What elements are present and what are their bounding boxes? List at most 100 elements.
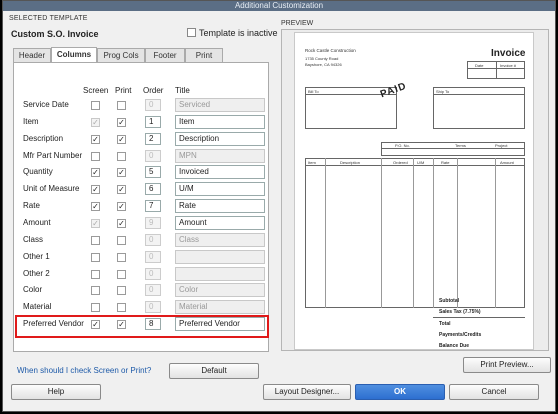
print-checkbox-other-2[interactable] [117,270,126,279]
order-field-mfr-part-number[interactable]: 0 [145,150,161,162]
preview-label: PREVIEW [281,20,314,27]
print-checkbox-rate[interactable]: ✓ [117,202,126,211]
row-label-description: Description [23,134,64,143]
screen-checkbox-rate[interactable]: ✓ [91,202,100,211]
print-checkbox-mfr-part-number[interactable] [117,152,126,161]
screen-checkbox-mfr-part-number[interactable] [91,152,100,161]
cancel-button[interactable]: Cancel [449,384,539,400]
preview-company: Rock Castle Construction [305,48,356,53]
order-field-amount[interactable]: 9 [145,217,161,229]
print-checkbox-service-date[interactable] [117,101,126,110]
order-field-other-2[interactable]: 0 [145,268,161,280]
preview-col-uom: U/M [417,160,425,165]
row-label-unit-of-measure: Unit of Measure [23,184,80,193]
screen-checkbox-unit-of-measure[interactable]: ✓ [91,185,100,194]
order-field-service-date[interactable]: 0 [145,99,161,111]
template-inactive-label: Template is inactive [199,28,278,38]
template-name: Custom S.O. Invoice [11,29,99,39]
title-field-other-2[interactable] [175,267,265,281]
tab-prog-cols[interactable]: Prog Cols [97,48,145,62]
preview-col-amount: Amount [500,160,514,165]
tab-footer[interactable]: Footer [145,48,185,62]
preview-subtotal: Subtotal [439,298,459,304]
selected-template-label: SELECTED TEMPLATE [9,15,88,22]
preview-sales-tax: Sales Tax (7.75%) [439,309,481,315]
print-preview-button[interactable]: Print Preview... [463,357,551,373]
order-field-quantity[interactable]: 5 [145,166,161,178]
row-label-amount: Amount [23,218,51,227]
order-field-unit-of-measure[interactable]: 6 [145,183,161,195]
help-link[interactable]: When should I check Screen or Print? [17,366,151,375]
screen-checkbox-amount[interactable]: ✓ [91,219,100,228]
order-field-other-1[interactable]: 0 [145,251,161,263]
title-field-color[interactable]: Color [175,283,265,297]
screen-checkbox-item[interactable]: ✓ [91,118,100,127]
preview-col-rate: Rate [441,160,450,165]
title-field-quantity[interactable]: Invoiced [175,165,265,179]
preview-doc-title: Invoice [491,48,526,59]
screen-checkbox-color[interactable] [91,286,100,295]
print-checkbox-amount[interactable]: ✓ [117,219,126,228]
preview-address-1: 1735 County Road [305,56,339,61]
order-field-item[interactable]: 1 [145,116,161,128]
screen-checkbox-description[interactable]: ✓ [91,135,100,144]
order-field-rate[interactable]: 7 [145,200,161,212]
title-field-other-1[interactable] [175,250,265,264]
order-field-material[interactable]: 0 [145,301,161,313]
preview-balance-due: Balance Due [439,343,470,349]
print-checkbox-unit-of-measure[interactable]: ✓ [117,185,126,194]
title-field-unit-of-measure[interactable]: U/M [175,182,265,196]
preview-terms-head: Terms [455,143,466,148]
screen-checkbox-other-1[interactable] [91,253,100,262]
preview-col-qty: Ordered [393,160,408,165]
title-field-rate[interactable]: Rate [175,199,265,213]
print-checkbox-class[interactable] [117,236,126,245]
print-checkbox-other-1[interactable] [117,253,126,262]
row-label-quantity: Quantity [23,167,53,176]
row-label-other-2: Other 2 [23,269,50,278]
print-checkbox-material[interactable] [117,303,126,312]
preview-ship-to: Ship To [436,89,450,94]
title-field-material[interactable]: Material [175,300,265,314]
help-button[interactable]: Help [11,384,101,400]
preview-lines-table [305,158,525,308]
screen-checkbox-quantity[interactable]: ✓ [91,168,100,177]
title-field-service-date[interactable]: Serviced [175,98,265,112]
tab-print[interactable]: Print [185,48,223,62]
title-field-class[interactable]: Class [175,233,265,247]
screen-checkbox-class[interactable] [91,236,100,245]
print-checkbox-color[interactable] [117,286,126,295]
title-field-amount[interactable]: Amount [175,216,265,230]
preview-col-item: Item [308,160,316,165]
row-label-service-date: Service Date [23,100,69,109]
ok-button[interactable]: OK [355,384,445,400]
print-checkbox-description[interactable]: ✓ [117,135,126,144]
order-field-class[interactable]: 0 [145,234,161,246]
screen-checkbox-other-2[interactable] [91,270,100,279]
row-label-other-1: Other 1 [23,252,50,261]
print-checkbox-quantity[interactable]: ✓ [117,168,126,177]
order-field-description[interactable]: 2 [145,133,161,145]
preview-col-desc: Description [340,160,361,165]
preview-date-head: Date [475,63,484,68]
title-field-mfr-part-number[interactable]: MPN [175,149,265,163]
preview-po-head: P.O. No. [395,143,410,148]
print-column-header: Print [115,86,132,95]
title-field-description[interactable]: Description [175,132,265,146]
screen-checkbox-service-date[interactable] [91,101,100,110]
tab-header[interactable]: Header [13,48,51,62]
screen-column-header: Screen [83,86,109,95]
template-inactive-checkbox[interactable] [187,28,196,37]
screen-checkbox-material[interactable] [91,303,100,312]
preferred-vendor-highlight [15,315,269,338]
title-field-item[interactable]: Item [175,115,265,129]
print-checkbox-item[interactable]: ✓ [117,118,126,127]
layout-designer-button[interactable]: Layout Designer... [263,384,351,400]
title-column-header: Title [175,86,190,95]
order-field-color[interactable]: 0 [145,284,161,296]
default-button[interactable]: Default [169,363,259,379]
preview-project-head: Project [495,143,508,148]
tab-columns[interactable]: Columns [51,47,97,62]
preview-address-2: Bayshore, CA 94326 [305,62,342,67]
row-label-item: Item [23,117,39,126]
